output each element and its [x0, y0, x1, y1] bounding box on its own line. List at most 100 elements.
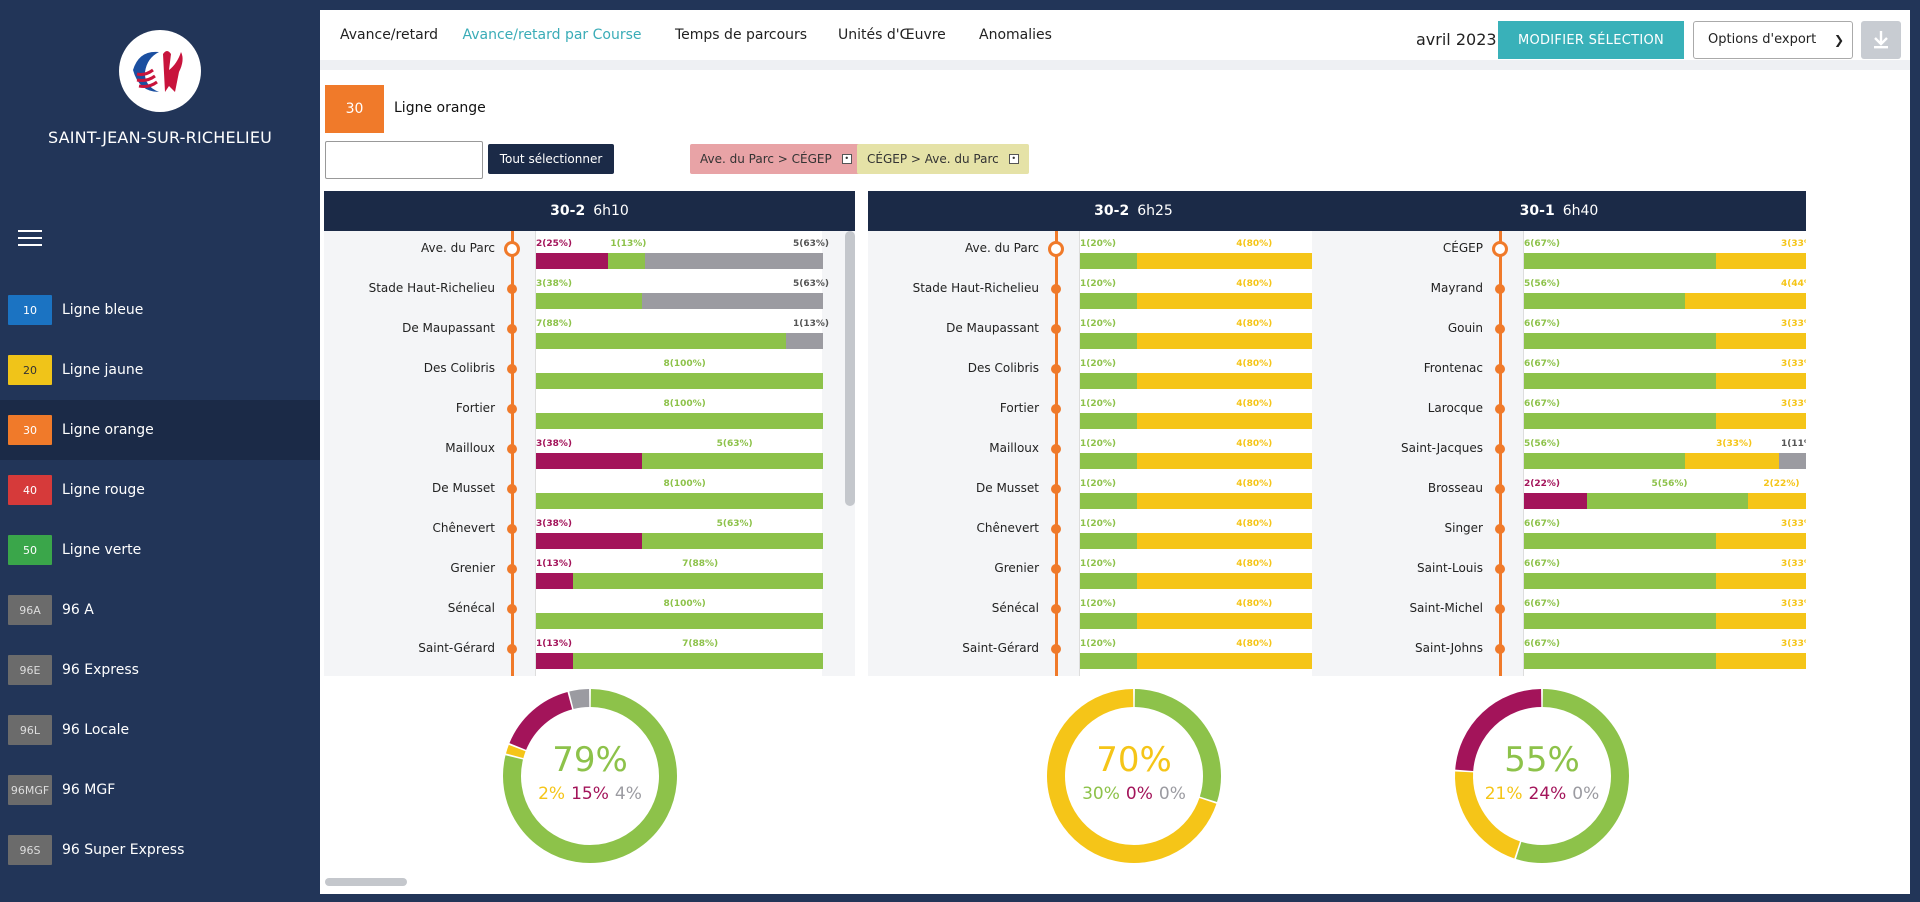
donut-main-percentage: 79%	[552, 740, 628, 780]
stop-filter-input[interactable]	[325, 141, 483, 179]
tab-avance-retard[interactable]: Avance/retard	[320, 10, 458, 60]
stop-marker	[1495, 524, 1505, 534]
line-label: 96 A	[62, 602, 94, 618]
line-code-badge: 40	[8, 475, 52, 505]
bar-segment-late	[536, 653, 574, 669]
horizontal-scrollbar[interactable]	[325, 878, 407, 886]
stop-bar: 6(67%) 3(33%)	[1524, 391, 1806, 431]
bar-segment-label: 1(13%)	[610, 239, 647, 249]
stop-marker	[1051, 364, 1061, 374]
line-label: Ligne verte	[62, 542, 142, 558]
stop-marker	[1051, 644, 1061, 654]
bar-segment-early	[1716, 253, 1806, 269]
line-code-badge: 96MGF	[8, 775, 52, 805]
bar-segment-label: 1(11%)	[1781, 439, 1806, 449]
bar-segment-ontime	[1524, 373, 1717, 389]
modify-selection-button[interactable]: MODIFIER SÉLECTION	[1498, 21, 1684, 59]
download-button[interactable]	[1861, 21, 1901, 59]
select-all-button[interactable]: Tout sélectionner	[488, 144, 614, 174]
direction-label: CÉGEP > Ave. du Parc	[867, 152, 999, 166]
donut-stat-late: 0%	[1125, 784, 1153, 804]
stop-bar: 6(67%) 3(33%)	[1524, 511, 1806, 551]
stop-name: Sénécal	[447, 601, 495, 615]
stop-marker	[507, 644, 517, 654]
bar-segment-ontime	[536, 293, 643, 309]
line-list: 10 Ligne bleue 20 Ligne jaune 30 Ligne orange…	[0, 280, 320, 880]
sidebar-line-item[interactable]: 20 Ligne jaune	[0, 340, 320, 400]
city-name: SAINT-JEAN-SUR-RICHELIEU	[47, 128, 273, 147]
line-label: 96 Super Express	[62, 842, 185, 858]
bar-segment-ontime	[1524, 253, 1717, 269]
stop-name: De Maupassant	[402, 321, 495, 335]
export-options-select[interactable]: Options d'export ❯	[1693, 21, 1853, 59]
bar-segment-ontime	[1080, 253, 1138, 269]
bar-segment-label: 3(38%)	[536, 519, 573, 529]
bar-segment-ontime	[1524, 453, 1685, 469]
bar-segment-ontime	[1080, 573, 1138, 589]
bar-segment-late	[536, 533, 643, 549]
close-icon[interactable]: •	[1008, 154, 1019, 164]
sidebar-line-item[interactable]: 96L 96 Locale	[0, 700, 320, 760]
bar-segment-label: 8(100%)	[663, 399, 706, 409]
close-icon[interactable]: •	[841, 154, 852, 164]
stop-marker	[1495, 484, 1505, 494]
bar-segment-label: 5(56%)	[1651, 479, 1688, 489]
bar-segment-missing	[785, 333, 823, 349]
bar-segment-ontime	[1524, 333, 1717, 349]
bar-segment-label: 6(67%)	[1524, 639, 1561, 649]
stop-bar: 6(67%) 3(33%)	[1524, 311, 1806, 351]
line-label: Ligne bleue	[62, 302, 144, 318]
stop-marker	[507, 444, 517, 454]
donut-stat-late: 15%	[571, 784, 609, 804]
stop-marker	[1495, 644, 1505, 654]
donut-breakdown: 30% 0% 0%	[1044, 784, 1224, 804]
sidebar-line-item[interactable]: 50 Ligne verte	[0, 520, 320, 580]
bar-segment-label: 6(67%)	[1524, 519, 1561, 529]
stop-marker	[507, 404, 517, 414]
stop-bar: 3(38%) 5(63%)	[536, 271, 829, 311]
stop-name: Saint-Gérard	[418, 641, 495, 655]
sidebar-line-item[interactable]: 96A 96 A	[0, 580, 320, 640]
line-code-badge: 10	[8, 295, 52, 325]
sidebar-line-item[interactable]: 10 Ligne bleue	[0, 280, 320, 340]
direction-chip-parc-cegep[interactable]: Ave. du Parc > CÉGEP •	[690, 144, 862, 174]
sidebar-line-item[interactable]: 96MGF 96 MGF	[0, 760, 320, 820]
stop-name: Mailloux	[989, 441, 1039, 455]
bar-segment-early	[1716, 413, 1806, 429]
menu-toggle-button[interactable]	[18, 230, 42, 250]
vertical-scrollbar[interactable]	[845, 231, 855, 506]
sidebar-line-item[interactable]: 40 Ligne rouge	[0, 460, 320, 520]
sidebar-line-item[interactable]: 96E 96 Express	[0, 640, 320, 700]
bar-segment-early	[1716, 333, 1806, 349]
bar-segment-label: 4(80%)	[1236, 479, 1273, 489]
stop-name: Ave. du Parc	[421, 241, 495, 255]
stop-bar: 6(67%) 3(33%)	[1524, 231, 1806, 271]
selected-month: avril 2023	[1416, 30, 1497, 49]
stop-name: CÉGEP	[1442, 241, 1483, 255]
direction-chip-cegep-parc[interactable]: CÉGEP > Ave. du Parc •	[857, 144, 1029, 174]
bar-segment-label: 3(38%)	[536, 279, 573, 289]
bar-segment-label: 5(63%)	[793, 239, 830, 249]
stop-name: Grenier	[450, 561, 495, 575]
bar-segment-ontime	[1524, 413, 1717, 429]
tab-avance-retard-par-course[interactable]: Avance/retard par Course	[454, 10, 650, 60]
donut-stat-early: 2%	[538, 784, 566, 804]
bar-segment-ontime	[1524, 293, 1685, 309]
bar-segment-label: 8(100%)	[663, 359, 706, 369]
bar-segment-label: 1(20%)	[1080, 639, 1117, 649]
bar-segment-label: 4(80%)	[1236, 559, 1273, 569]
stop-bars: 6(67%)3(33%)5(56%)4(44%)6(67%)3(33%)6(67…	[1523, 231, 1806, 676]
chevron-down-icon: ❯	[1833, 33, 1844, 47]
bar-segment-label: 4(44%)	[1781, 279, 1806, 289]
stop-bar: 8(100%)	[536, 391, 823, 431]
bar-segment-missing	[645, 253, 823, 269]
bar-segment-early	[1716, 373, 1806, 389]
tab-temps-de-parcours[interactable]: Temps de parcours	[675, 10, 807, 60]
stop-name: Des Colibris	[423, 361, 495, 375]
tab-unites-oeuvre[interactable]: Unités d'Œuvre	[838, 10, 946, 60]
sidebar-line-item[interactable]: 96S 96 Super Express	[0, 820, 320, 880]
stop-name: Saint-Gérard	[962, 641, 1039, 655]
sidebar-line-item[interactable]: 30 Ligne orange	[0, 400, 320, 460]
stop-name: Gouin	[1447, 321, 1483, 335]
tab-anomalies[interactable]: Anomalies	[979, 10, 1052, 60]
